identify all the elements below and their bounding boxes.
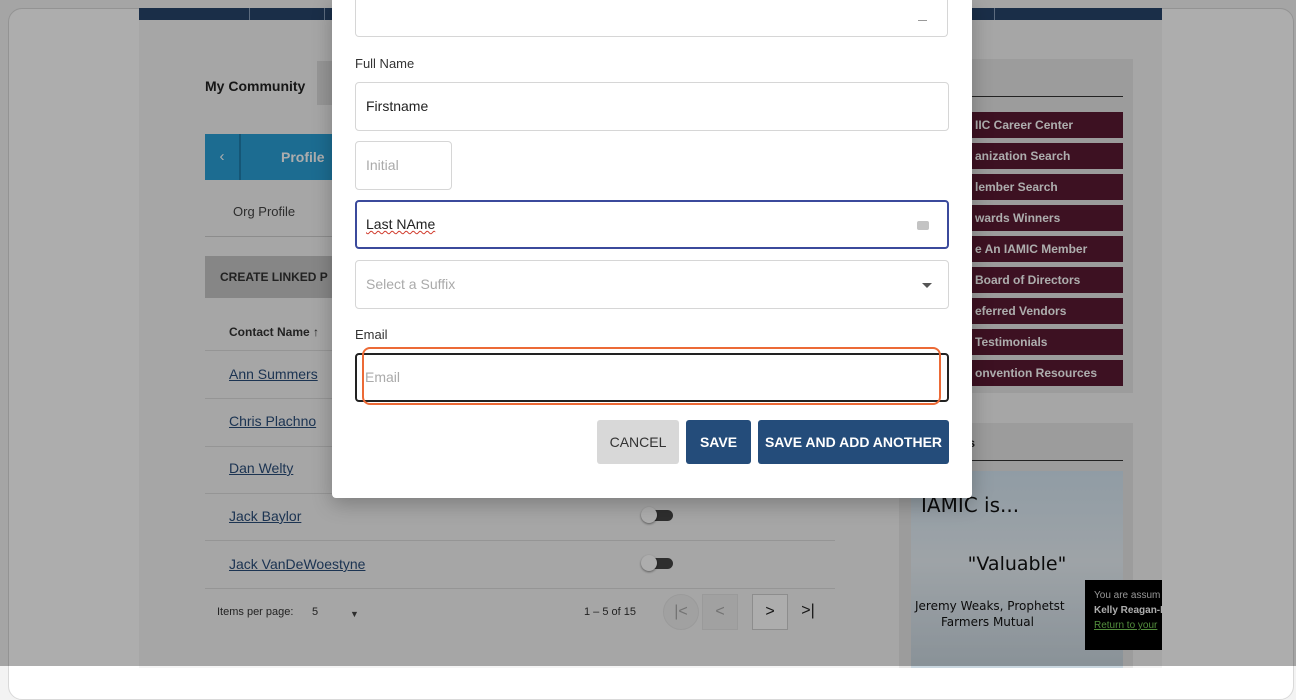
- initial-placeholder: Initial: [366, 157, 399, 173]
- promo-line: "Valuable": [967, 553, 1067, 575]
- initial-field[interactable]: Initial: [355, 141, 452, 190]
- items-per-page-select[interactable]: 5: [312, 606, 318, 618]
- profile-tab-bar[interactable]: ‹ Profile: [205, 134, 335, 180]
- promo-line: Jeremy Weaks, Prophetst: [915, 599, 1065, 613]
- chevron-left-icon[interactable]: ‹: [205, 134, 241, 180]
- create-linked-label: CREATE LINKED P: [220, 270, 328, 284]
- first-page-button[interactable]: |<: [663, 594, 699, 630]
- sidebar-links-heading: s: [965, 72, 1123, 97]
- contact-link[interactable]: Chris Plachno: [229, 413, 316, 429]
- page-range-label: 1 – 5 of 15: [584, 606, 636, 618]
- items-per-page-label: Items per page:: [217, 606, 294, 618]
- email-field-highlight: [362, 347, 941, 405]
- toast-user: Kelly Reagan-F: [1094, 605, 1162, 616]
- sidebar-link[interactable]: lember Search: [965, 174, 1123, 200]
- save-button[interactable]: SAVE: [686, 420, 751, 464]
- create-linked-button[interactable]: CREATE LINKED P: [205, 256, 335, 298]
- keyboard-icon: [917, 221, 929, 230]
- impersonation-toast: You are assum Kelly Reagan-F Return to y…: [1085, 580, 1162, 650]
- first-name-field[interactable]: Firstname: [355, 82, 949, 131]
- prev-page-button[interactable]: <: [702, 594, 738, 630]
- sidebar-link[interactable]: IIC Career Center: [965, 112, 1123, 138]
- add-contact-dialog: Full Name Firstname Initial Last NAme Se…: [332, 0, 972, 498]
- row-divider: [205, 540, 835, 541]
- cancel-button[interactable]: CANCEL: [597, 420, 679, 464]
- full-name-label: Full Name: [355, 56, 415, 71]
- sidebar-link[interactable]: wards Winners: [965, 205, 1123, 231]
- profile-tab-label: Profile: [281, 149, 325, 165]
- suffix-placeholder: Select a Suffix: [366, 276, 456, 292]
- contact-link[interactable]: Dan Welty: [229, 460, 293, 476]
- community-title: My Community: [205, 78, 306, 94]
- save-and-add-another-button[interactable]: SAVE AND ADD ANOTHER: [758, 420, 949, 464]
- previous-field[interactable]: [355, 0, 948, 37]
- next-page-button[interactable]: >: [752, 594, 788, 630]
- contact-name-header[interactable]: Contact Name ↑: [229, 325, 319, 339]
- contact-link[interactable]: Ann Summers: [229, 366, 318, 382]
- last-page-button[interactable]: >|: [790, 594, 826, 630]
- sidebar-link[interactable]: anization Search: [965, 143, 1123, 169]
- toggle-switch[interactable]: [641, 555, 673, 571]
- tab-divider: [205, 236, 335, 237]
- last-name-value: Last NAme: [366, 216, 436, 232]
- contact-link[interactable]: Jack VanDeWoestyne: [229, 556, 365, 572]
- suffix-select[interactable]: Select a Suffix: [355, 260, 949, 309]
- row-divider: [205, 588, 835, 589]
- last-name-field[interactable]: Last NAme: [355, 200, 949, 249]
- tab-org-profile[interactable]: Org Profile: [233, 204, 295, 219]
- email-label: Email: [355, 327, 388, 342]
- first-name-value: Firstname: [366, 98, 429, 114]
- sidebar-link[interactable]: Board of Directors: [965, 267, 1123, 293]
- chevron-down-icon[interactable]: ▼: [350, 609, 359, 619]
- toggle-switch[interactable]: [641, 507, 673, 523]
- sidebar-link[interactable]: Testimonials: [965, 329, 1123, 355]
- return-link[interactable]: Return to your: [1094, 620, 1157, 631]
- chevron-down-icon: [922, 283, 932, 288]
- sidebar-link[interactable]: e An IAMIC Member: [965, 236, 1123, 262]
- toast-text: You are assum: [1094, 590, 1161, 601]
- promo-line: Farmers Mutual: [941, 615, 1034, 629]
- contact-link[interactable]: Jack Baylor: [229, 508, 301, 524]
- sidebar-link[interactable]: onvention Resources: [965, 360, 1123, 386]
- sidebar-promo-heading: ls: [965, 436, 1123, 461]
- sidebar-link[interactable]: eferred Vendors: [965, 298, 1123, 324]
